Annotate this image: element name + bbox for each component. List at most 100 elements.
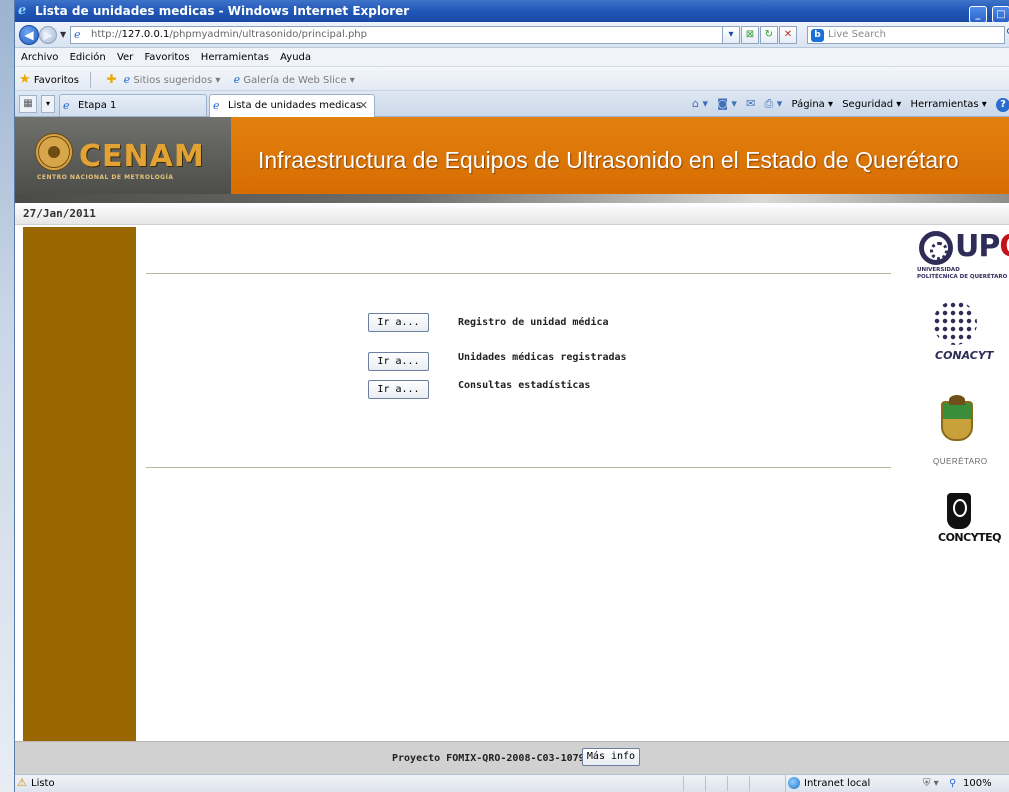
tab-bar: ▦ ▾ ℯ Etapa 1 ℯ Lista de unidades medica…	[15, 91, 1009, 117]
tab-label: Etapa 1	[78, 100, 117, 111]
window-controls: _ □	[968, 2, 1009, 24]
header-banner: CENAM CENTRO NACIONAL DE METROLOGÍA Infr…	[15, 117, 1009, 203]
print-icon[interactable]: ⎙ ▾	[764, 97, 782, 110]
cenam-emblem-icon	[35, 133, 73, 171]
conacyt-logo-text: CONACYT	[935, 349, 994, 362]
go-unidades-button[interactable]: Ir a...	[368, 352, 429, 371]
search-input[interactable]: b Live Search	[807, 26, 1005, 44]
conacyt-logo: CONACYT	[911, 301, 1009, 371]
close-tab-icon[interactable]: ✕	[359, 95, 368, 116]
upq-sub-line1: UNIVERSIDAD	[917, 267, 960, 273]
ie-icon: ℯ	[18, 3, 27, 18]
favorites-star-icon: ★	[19, 72, 31, 87]
concyteq-logo: CONCYTEQ	[911, 493, 1009, 553]
menu-archivo[interactable]: Archivo	[21, 52, 58, 63]
menu-favoritos[interactable]: Favoritos	[144, 52, 189, 63]
page-menu[interactable]: Página ▾	[792, 99, 834, 110]
web-page: CENAM CENTRO NACIONAL DE METROLOGÍA Infr…	[15, 117, 1009, 774]
favorites-bar: ★ Favoritos ✚ ℯ Sitios sugeridos ▾ ℯ Gal…	[15, 67, 1009, 91]
refresh-icon[interactable]: ↻	[760, 26, 778, 44]
date-bar: 27/Jan/2011	[15, 203, 1009, 225]
concyteq-emblem-icon	[947, 493, 971, 529]
queretaro-logo: QUERÉTARO	[911, 395, 1009, 475]
tab-lista-unidades[interactable]: ℯ Lista de unidades medicas ✕	[209, 94, 375, 117]
feeds-icon[interactable]: ◙ ▾	[717, 97, 737, 110]
search-placeholder: Live Search	[828, 29, 886, 40]
security-menu[interactable]: Seguridad ▾	[842, 99, 901, 110]
page-icon: ℯ	[74, 28, 81, 41]
project-id: Proyecto FOMIX-QRO-2008-C03-107938	[392, 753, 597, 764]
page-footer: Proyecto FOMIX-QRO-2008-C03-107938 Más i…	[15, 741, 1009, 774]
upq-text-up: UP	[955, 229, 1000, 264]
tab-list-icon[interactable]: ▾	[41, 95, 55, 113]
favlink-label: Galería de Web Slice ▾	[243, 75, 355, 86]
menu-ver[interactable]: Ver	[117, 52, 133, 63]
security-zone-label: Intranet local	[804, 778, 871, 789]
left-sidebar	[23, 227, 136, 741]
favlink-label: Sitios sugeridos ▾	[133, 75, 221, 86]
menu-ayuda[interactable]: Ayuda	[280, 52, 311, 63]
zoom-icon: ⚲	[949, 778, 957, 789]
menu-edicion[interactable]: Edición	[70, 52, 106, 63]
command-bar: ⌂ ▾ ◙ ▾ ✉ ⎙ ▾ Página ▾ Seguridad ▾ Herra…	[686, 95, 1009, 114]
maximize-button[interactable]: □	[992, 6, 1009, 23]
favorites-button[interactable]: Favoritos	[34, 75, 79, 86]
favlink-web-slice-gallery[interactable]: ℯ Galería de Web Slice ▾	[233, 73, 355, 86]
cenam-logo-subtitle: CENTRO NACIONAL DE METROLOGÍA	[37, 174, 174, 181]
home-icon[interactable]: ⌂ ▾	[692, 97, 708, 110]
back-button[interactable]: ◀	[19, 25, 39, 45]
tools-menu[interactable]: Herramientas ▾	[910, 99, 986, 110]
menu-bar: Archivo Edición Ver Favoritos Herramient…	[15, 48, 1009, 67]
zoom-control[interactable]: ⚲ 100%	[949, 775, 992, 792]
banner-stripe	[15, 194, 1009, 203]
upq-logo-subtitle: UNIVERSIDAD POLITÉCNICA DE QUERÉTARO	[917, 267, 1007, 281]
window-titlebar[interactable]: ℯ Lista de unidades medicas - Windows In…	[15, 0, 1009, 24]
url-input[interactable]: ℯ http://127.0.0.1/phpmyadmin/ultrasonid…	[70, 26, 730, 44]
conacyt-emblem-icon	[933, 301, 977, 345]
zoom-level: 100%	[963, 778, 992, 789]
menu-herramientas[interactable]: Herramientas	[201, 52, 269, 63]
security-zone[interactable]: Intranet local	[785, 775, 870, 792]
mail-icon[interactable]: ✉	[746, 97, 755, 110]
tab-etapa-1[interactable]: ℯ Etapa 1	[59, 94, 207, 116]
compatibility-icon[interactable]: ⊠	[741, 26, 759, 44]
more-info-button[interactable]: Más info	[582, 748, 640, 766]
url-host: 127.0.0.1	[121, 29, 170, 40]
protected-mode-icon[interactable]: ⛨ ▾	[923, 775, 939, 792]
address-toolbar: ◀ ▶ ▼ ℯ http://127.0.0.1/phpmyadmin/ultr…	[15, 22, 1009, 48]
stop-icon[interactable]: ✕	[779, 26, 797, 44]
divider-bottom	[146, 467, 891, 468]
quick-tabs-icon[interactable]: ▦	[19, 95, 37, 113]
divider-top	[146, 273, 891, 274]
ie-icon: ℯ	[233, 73, 241, 86]
ie-icon: ℯ	[213, 99, 220, 112]
favorites-divider	[90, 72, 92, 88]
site-title: Infraestructura de Equipos de Ultrasonid…	[258, 147, 959, 173]
minimize-button[interactable]: _	[968, 6, 987, 23]
url-dropdown-icon[interactable]: ▾	[722, 26, 740, 44]
cenam-logo: CENAM CENTRO NACIONAL DE METROLOGÍA	[15, 117, 231, 194]
recent-pages-dropdown-icon[interactable]: ▼	[60, 30, 66, 39]
status-panes	[683, 776, 771, 792]
favlink-suggested-sites[interactable]: ℯ Sitios sugeridos ▾	[123, 73, 221, 86]
go-consultas-button[interactable]: Ir a...	[368, 380, 429, 399]
warning-icon: ⚠	[17, 776, 27, 789]
option-label-unidades: Unidades médicas registradas	[458, 352, 627, 363]
window-title: Lista de unidades medicas - Windows Inte…	[35, 4, 410, 18]
option-label-consultas: Consultas estadísticas	[458, 380, 591, 391]
ie-icon: ℯ	[123, 73, 131, 86]
upq-logo: UPQ UNIVERSIDADPOLITÉCNICA DE QUERÉTARO	[911, 227, 1009, 287]
status-text: Listo	[31, 778, 55, 789]
go-registro-button[interactable]: Ir a...	[368, 313, 429, 332]
tab-label: Lista de unidades medicas	[228, 100, 362, 111]
forward-button[interactable]: ▶	[39, 26, 57, 44]
upq-logo-text: UPQ	[955, 230, 1009, 264]
url-path: /phpmyadmin/ultrasonido/principal.php	[169, 29, 367, 40]
help-icon[interactable]: ?	[996, 98, 1009, 112]
current-date: 27/Jan/2011	[23, 207, 96, 220]
live-search-icon: b	[811, 29, 824, 42]
globe-icon	[788, 777, 800, 789]
upq-sub-line2: POLITÉCNICA DE QUERÉTARO	[917, 274, 1008, 280]
add-favorite-icon[interactable]: ✚	[106, 72, 116, 86]
browser-window: ℯ Lista de unidades medicas - Windows In…	[14, 0, 1009, 792]
